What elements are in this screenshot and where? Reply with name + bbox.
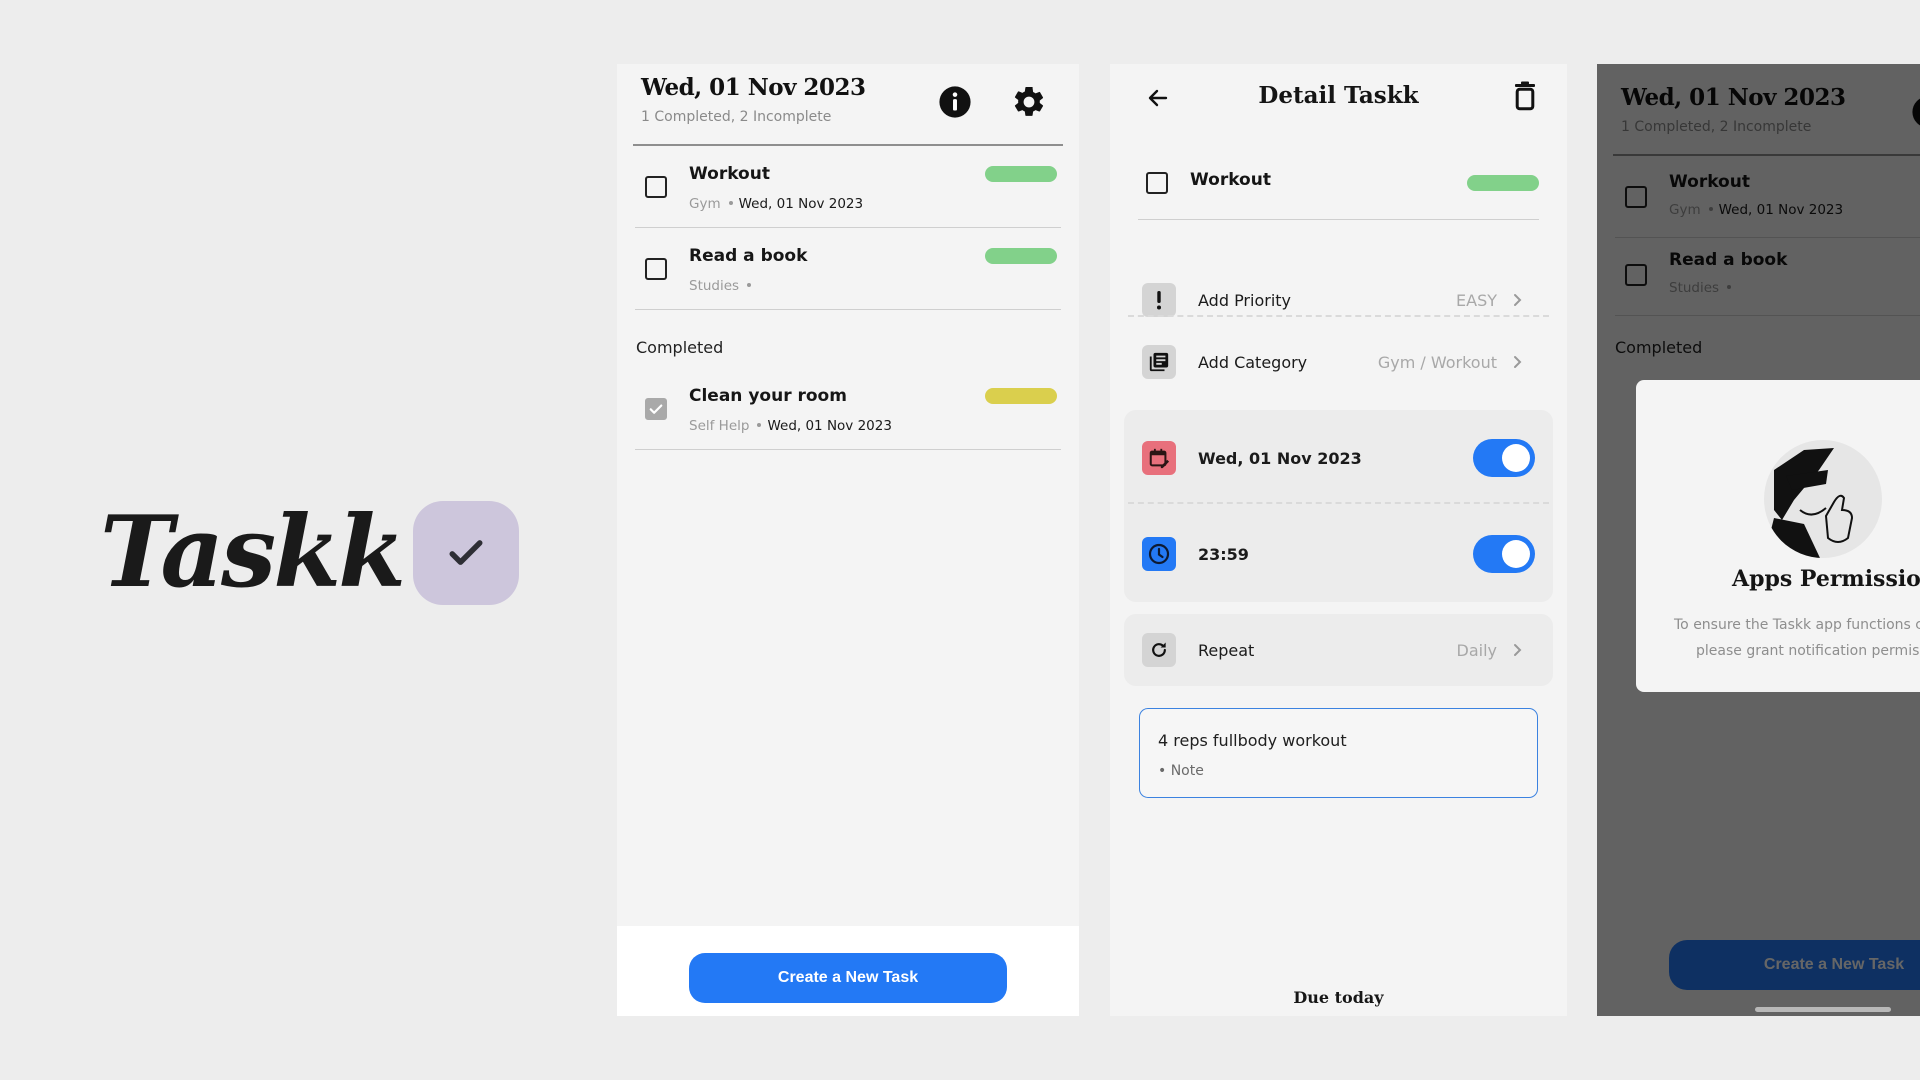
priority-label: Add Priority: [1198, 290, 1292, 310]
completed-section-label: Completed: [636, 338, 724, 357]
priority-icon-box: [1142, 283, 1176, 317]
dialog-title: Apps Permission: [1732, 566, 1920, 592]
note-text: 4 reps fullbody workout: [1158, 731, 1347, 750]
due-label: Due today: [1293, 988, 1384, 1007]
calendar-icon-box: [1142, 441, 1176, 475]
task-title: Workout: [1190, 170, 1271, 190]
priority-bar: [985, 388, 1057, 404]
task-category: Self Help: [689, 418, 750, 434]
gear-icon: [1014, 86, 1044, 116]
separator-dot: [747, 283, 752, 287]
task-summary: 1 Completed, 2 Incomplete: [641, 109, 832, 125]
exclamation-icon: [1157, 291, 1161, 310]
home-screen: Wed, 01 Nov 2023 1 Completed, 2 Incomple…: [617, 64, 1079, 1016]
permission-screen: Wed, 01 Nov 2023 1 Completed, 2 Incomple…: [1597, 64, 1920, 1016]
trash-icon: [1515, 81, 1535, 111]
task-row[interactable]: Read a book Studies: [635, 228, 1061, 310]
separator-dot: [728, 201, 733, 205]
create-task-button[interactable]: Create a New Task: [689, 953, 1007, 1003]
dialog-illustration: [1764, 440, 1882, 558]
clock-icon: [1148, 543, 1170, 565]
task-title: Clean your room: [689, 386, 847, 406]
date-toggle[interactable]: [1473, 439, 1535, 477]
task-category: Studies: [689, 278, 740, 294]
repeat-option[interactable]: Repeat Daily: [1124, 614, 1553, 686]
repeat-value: Daily: [1456, 640, 1497, 660]
task-row[interactable]: Clean your room Self Help Wed, 01 Nov 202…: [635, 368, 1061, 450]
check-icon: [649, 404, 663, 414]
check-icon: [449, 539, 483, 565]
category-label: Add Category: [1198, 352, 1308, 372]
task-date: Wed, 01 Nov 2023: [767, 418, 892, 434]
toggle-knob: [1502, 444, 1530, 472]
clock-icon-box: [1142, 537, 1176, 571]
priority-bar: [1467, 175, 1539, 191]
dialog-body: To ensure the Taskk app functions correc…: [1674, 612, 1920, 664]
page-title: Detail Taskk: [1258, 82, 1419, 109]
priority-bar: [985, 248, 1057, 264]
dashed-divider: [1128, 502, 1549, 504]
task-checkbox-checked[interactable]: [645, 398, 667, 420]
repeat-icon-box: [1142, 633, 1176, 667]
task-date: Wed, 01 Nov 2023: [738, 196, 864, 212]
date-label: Wed, 01 Nov 2023: [1198, 448, 1362, 468]
task-meta: Self Help Wed, 01 Nov 2023: [689, 418, 892, 434]
calendar-edit-icon: [1149, 448, 1170, 469]
priority-bar: [985, 166, 1057, 182]
permission-dialog: Apps Permission To ensure the Taskk app …: [1636, 380, 1920, 692]
task-header-row: Workout: [1138, 162, 1539, 220]
chevron-right-icon: [1511, 293, 1525, 307]
time-option[interactable]: 23:59: [1124, 506, 1553, 602]
task-meta: Gym Wed, 01 Nov 2023: [689, 196, 863, 212]
note-hint: • Note: [1158, 763, 1204, 779]
task-row[interactable]: Workout Gym Wed, 01 Nov 2023: [635, 146, 1061, 228]
category-value: Gym / Workout: [1377, 352, 1497, 372]
time-label: 23:59: [1198, 544, 1249, 564]
thumbs-up-character-icon: [1764, 448, 1854, 558]
category-icon-box: [1142, 345, 1176, 379]
separator-dot: [757, 423, 762, 427]
task-checkbox[interactable]: [645, 176, 667, 198]
dialog-body-line: please grant notification permission.: [1696, 643, 1920, 659]
repeat-label: Repeat: [1198, 640, 1255, 660]
detail-screen: Detail Taskk Workout Add Priority EASY A…: [1110, 64, 1567, 1016]
chevron-right-icon: [1511, 643, 1525, 657]
dialog-body-line: To ensure the Taskk app functions correc…: [1674, 617, 1920, 633]
refresh-icon: [1152, 642, 1166, 657]
task-checkbox[interactable]: [645, 258, 667, 280]
task-checkbox[interactable]: [1146, 172, 1168, 194]
toggle-knob: [1502, 540, 1530, 568]
info-icon: [939, 86, 971, 118]
chevron-right-icon: [1511, 355, 1525, 369]
brand-logo: Taskk: [100, 495, 520, 610]
priority-value: EASY: [1456, 290, 1497, 310]
brand-badge: [413, 500, 520, 605]
dashed-divider: [1128, 315, 1549, 317]
home-footer: Create a New Task: [617, 926, 1079, 1016]
time-toggle[interactable]: [1473, 535, 1535, 573]
date-option[interactable]: Wed, 01 Nov 2023: [1124, 410, 1553, 506]
task-title: Read a book: [689, 246, 808, 266]
library-books-icon: [1149, 352, 1169, 372]
task-title: Workout: [689, 164, 770, 184]
info-button[interactable]: [937, 84, 973, 120]
home-header: Wed, 01 Nov 2023 1 Completed, 2 Incomple…: [641, 74, 866, 125]
brand-name: Taskk: [100, 495, 406, 610]
page-title: Wed, 01 Nov 2023: [641, 74, 866, 101]
home-indicator[interactable]: [1755, 1007, 1891, 1012]
category-option[interactable]: Add Category Gym / Workout: [1124, 324, 1553, 400]
task-meta: Studies: [689, 278, 757, 294]
settings-button[interactable]: [1011, 84, 1047, 120]
task-category: Gym: [689, 196, 721, 212]
delete-button[interactable]: [1509, 78, 1541, 114]
note-input[interactable]: 4 reps fullbody workout • Note: [1139, 708, 1538, 798]
